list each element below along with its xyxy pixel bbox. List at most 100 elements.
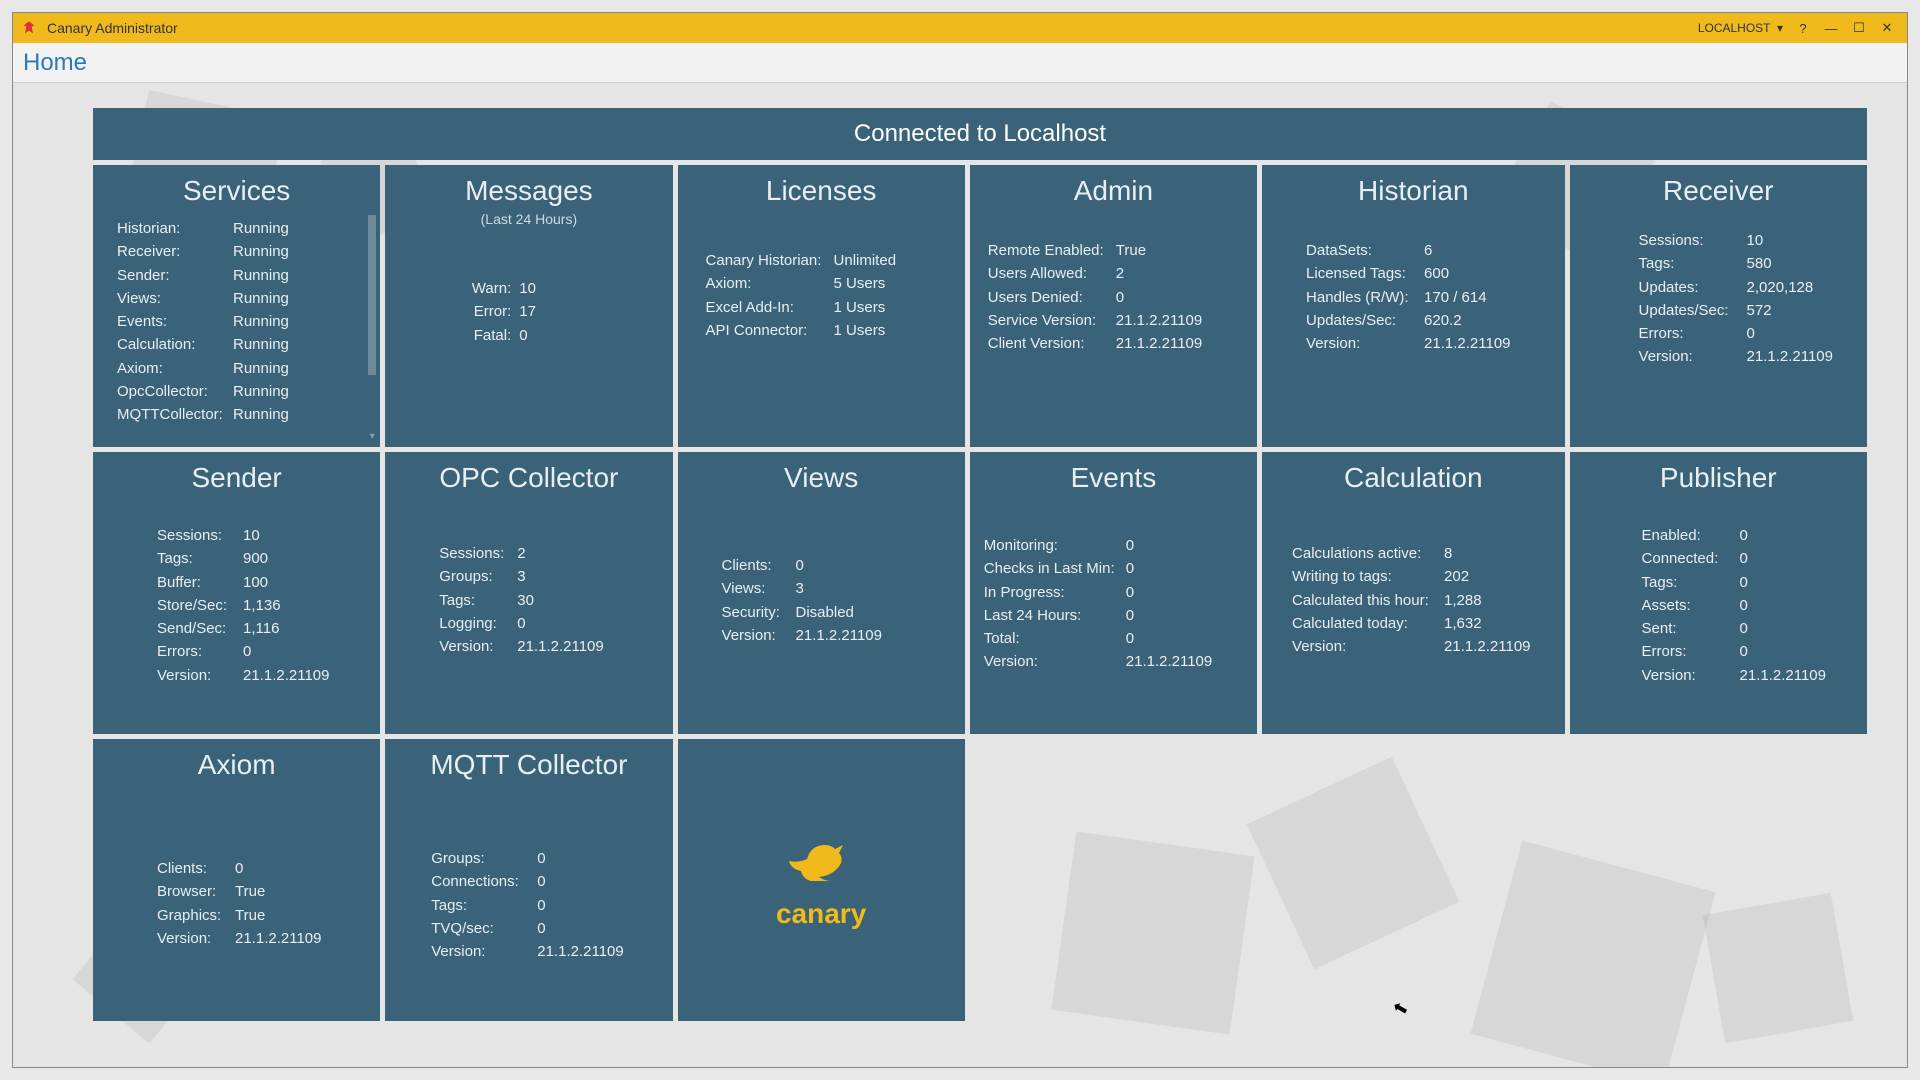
stat-label: Checks in Last Min: [984, 557, 1118, 580]
stat-label: Tags: [157, 547, 235, 570]
stat-label: Axiom: [706, 272, 826, 295]
tile-services[interactable]: Services Historian:RunningReceiver:Runni… [93, 165, 380, 447]
scroll-down-icon[interactable]: ▾ [368, 431, 376, 441]
stat-row: Canary Historian:Unlimited [706, 249, 931, 272]
scrollbar-thumb[interactable] [368, 215, 376, 375]
stat-label: Error: [459, 300, 511, 323]
stat-label: Errors: [157, 640, 235, 663]
stat-row: Graphics:True [157, 904, 346, 927]
stat-value: Running [233, 333, 289, 356]
tile-title: Calculation [1276, 462, 1550, 494]
tile-title: OPC Collector [399, 462, 658, 494]
stat-row: Axiom:5 Users [706, 272, 931, 295]
stat-value: 0 [796, 554, 804, 577]
tile-messages[interactable]: Messages (Last 24 Hours) Warn:10Error:17… [385, 165, 672, 447]
stat-label: Buffer: [157, 571, 235, 594]
stat-row: Tags:900 [157, 547, 346, 570]
stat-value: 21.1.2.21109 [1747, 345, 1833, 368]
stat-row: Events:Running [117, 310, 356, 333]
stat-label: Tags: [431, 894, 529, 917]
stat-value: 3 [517, 565, 525, 588]
tile-title: Events [984, 462, 1243, 494]
stat-row: Axiom:Running [117, 357, 356, 380]
tile-logo[interactable]: canary [678, 739, 965, 1021]
stat-value: 1,632 [1444, 612, 1482, 635]
stat-label: Excel Add-In: [706, 296, 826, 319]
stat-label: Warn: [459, 277, 511, 300]
tile-licenses[interactable]: Licenses Canary Historian:UnlimitedAxiom… [678, 165, 965, 447]
stat-row: OpcCollector:Running [117, 380, 356, 403]
stat-label: Client Version: [988, 332, 1108, 355]
stat-value: 1,136 [243, 594, 281, 617]
stat-label: Handles (R/W): [1306, 286, 1416, 309]
stat-label: Version: [1642, 664, 1732, 687]
stat-value: 0 [1740, 594, 1748, 617]
stat-value: 10 [519, 277, 536, 300]
stat-label: Total: [984, 627, 1118, 650]
tile-sender[interactable]: Sender Sessions:10Tags:900Buffer:100Stor… [93, 452, 380, 734]
stat-value: 21.1.2.21109 [243, 664, 329, 687]
stat-row: Calculated today: 1,632 [1292, 612, 1530, 635]
stat-value: 100 [243, 571, 268, 594]
stat-label: Clients: [722, 554, 788, 577]
tile-title: Axiom [107, 749, 366, 781]
stat-label: Calculated today: [1292, 612, 1436, 635]
help-button[interactable]: ? [1789, 17, 1817, 39]
tile-opc-collector[interactable]: OPC Collector Sessions:2Groups:3Tags:30L… [385, 452, 672, 734]
stat-value: 0 [1126, 627, 1134, 650]
stat-label: Enabled: [1642, 524, 1732, 547]
stat-row: Browser:True [157, 880, 346, 903]
stat-value: 1,288 [1444, 589, 1482, 612]
tile-views[interactable]: Views Clients:0Views:3Security:DisabledV… [678, 452, 965, 734]
stat-label: Clients: [157, 857, 227, 880]
stat-row: Groups:3 [439, 565, 638, 588]
stat-label: Sender: [117, 264, 225, 287]
breadcrumb[interactable]: Home [13, 43, 1907, 83]
stat-row: Calculation:Running [117, 333, 356, 356]
tile-body: Sessions:2Groups:3Tags:30Logging:0Versio… [399, 498, 658, 658]
stat-row: Version:21.1.2.21109 [1639, 345, 1833, 368]
stat-row: Updates:2,020,128 [1639, 276, 1833, 299]
stat-label: Calculations active: [1292, 542, 1436, 565]
tile-events[interactable]: Events Monitoring:0Checks in Last Min:0I… [970, 452, 1257, 734]
stat-label: Canary Historian: [706, 249, 826, 272]
tile-historian[interactable]: Historian DataSets:6Licensed Tags:600Han… [1262, 165, 1564, 447]
stat-label: Fatal: [459, 324, 511, 347]
stat-value: 8 [1444, 542, 1452, 565]
tile-mqtt-collector[interactable]: MQTT Collector Groups:0Connections:0Tags… [385, 739, 672, 1021]
maximize-button[interactable]: ☐ [1845, 17, 1873, 39]
stat-row: Users Allowed:2 [988, 262, 1223, 285]
stat-value: 30 [517, 589, 534, 612]
stat-value: Disabled [796, 601, 854, 624]
stat-label: Historian: [117, 217, 225, 240]
stat-row: Version:21.1.2.21109 [1292, 635, 1530, 658]
stat-row: Views:Running [117, 287, 356, 310]
tile-axiom[interactable]: Axiom Clients: 0Browser:TrueGraphics:True… [93, 739, 380, 1021]
tile-body: Warn:10Error:17Fatal:0 [399, 233, 658, 347]
stat-row: Service Version:21.1.2.21109 [988, 309, 1223, 332]
services-scrollbar[interactable]: ▾ [368, 215, 376, 437]
breadcrumb-home[interactable]: Home [23, 49, 87, 77]
stat-label: Tags: [1642, 571, 1732, 594]
tile-receiver[interactable]: Receiver Sessions:10Tags:580Updates:2,02… [1570, 165, 1867, 447]
tile-calculation[interactable]: Calculation Calculations active:8Writing… [1262, 452, 1564, 734]
stat-row: Error:17 [459, 300, 638, 323]
tile-body: Historian:RunningReceiver:RunningSender:… [107, 211, 366, 426]
stat-row: Errors:0 [157, 640, 346, 663]
stat-row: Excel Add-In:1 Users [706, 296, 931, 319]
stat-row: Checks in Last Min:0 [984, 557, 1223, 580]
stat-label: Version: [157, 664, 235, 687]
stat-value: True [1116, 239, 1146, 262]
stat-label: Last 24 Hours: [984, 604, 1118, 627]
close-button[interactable]: ✕ [1873, 17, 1901, 39]
host-dropdown[interactable]: LOCALHOST ▾ [1698, 21, 1783, 35]
tile-admin[interactable]: Admin Remote Enabled:TrueUsers Allowed:2… [970, 165, 1257, 447]
stat-row: Total: 0 [984, 627, 1223, 650]
stat-label: Graphics: [157, 904, 227, 927]
tile-publisher[interactable]: Publisher Enabled:0Connected:0Tags:0Asse… [1570, 452, 1867, 734]
stat-value: 0 [235, 857, 243, 880]
stat-label: Connected: [1642, 547, 1732, 570]
stat-row: Updates/Sec:572 [1639, 299, 1833, 322]
minimize-button[interactable]: — [1817, 17, 1845, 39]
content-area: Connected to Localhost Services Historia… [13, 83, 1907, 1067]
